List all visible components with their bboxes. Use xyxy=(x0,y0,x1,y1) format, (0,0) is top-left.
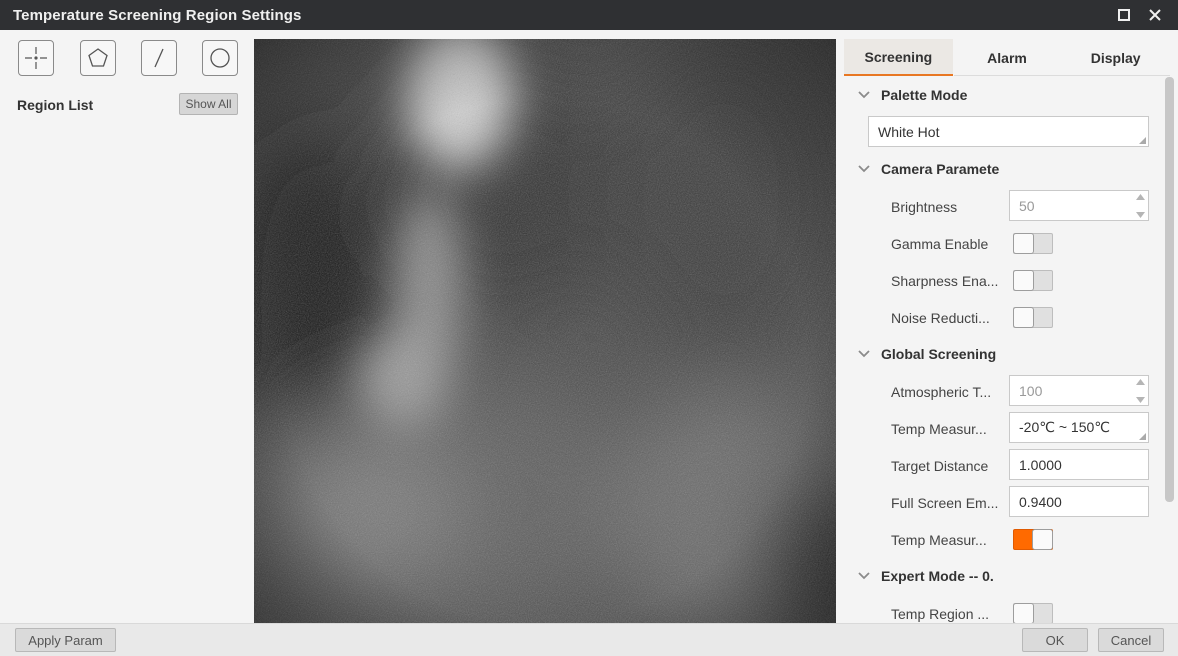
apply-param-button[interactable]: Apply Param xyxy=(15,628,116,652)
target-distance-input[interactable]: 1.0000 xyxy=(1009,449,1149,480)
palette-mode-value: White Hot xyxy=(878,123,940,140)
show-all-button[interactable]: Show All xyxy=(179,93,238,115)
point-tool-button[interactable] xyxy=(18,40,54,76)
temp-measure-label: Temp Measur... xyxy=(891,532,987,548)
atmospheric-transmittance-label: Atmospheric T... xyxy=(891,384,992,400)
left-panel: Region List Show All xyxy=(0,30,254,623)
brightness-spinbox[interactable]: 50 xyxy=(1009,190,1149,221)
toggle-knob xyxy=(1013,603,1034,623)
chevron-down-icon xyxy=(858,570,870,582)
thermal-image xyxy=(254,39,836,623)
sharpness-enable-toggle[interactable] xyxy=(1013,270,1053,291)
target-distance-label: Target Distance xyxy=(891,458,989,474)
ok-button[interactable]: OK xyxy=(1022,628,1088,652)
chevron-down-icon xyxy=(858,348,870,360)
spin-arrows[interactable] xyxy=(1135,194,1145,218)
spin-down-icon xyxy=(1135,397,1145,403)
temp-range-label: Temp Measur... xyxy=(891,421,987,437)
temp-range-value: -20℃ ~ 150℃ xyxy=(1019,419,1110,435)
atmospheric-transmittance-value: 100 xyxy=(1019,382,1043,399)
temp-measure-toggle[interactable] xyxy=(1013,529,1053,550)
tab-alarm[interactable]: Alarm xyxy=(953,39,1062,76)
noise-reduction-toggle[interactable] xyxy=(1013,307,1053,328)
temp-region-label: Temp Region ... xyxy=(891,606,990,622)
line-tool-button[interactable] xyxy=(141,40,177,76)
tab-divider xyxy=(954,75,1170,76)
toggle-knob xyxy=(1013,270,1034,291)
dialog-body: Region List Show All Screening Alarm Dis… xyxy=(0,30,1178,623)
section-camera-parameters[interactable]: Camera Paramete xyxy=(858,161,999,177)
toggle-knob xyxy=(1032,529,1053,550)
section-label: Palette Mode xyxy=(881,87,968,103)
brightness-label: Brightness xyxy=(891,199,958,215)
cancel-button[interactable]: Cancel xyxy=(1098,628,1164,652)
sharpness-enable-label: Sharpness Ena... xyxy=(891,273,999,289)
toggle-knob xyxy=(1013,233,1034,254)
toggle-knob xyxy=(1013,307,1034,328)
gamma-enable-label: Gamma Enable xyxy=(891,236,989,252)
section-expert-mode[interactable]: Expert Mode -- 0. xyxy=(858,568,994,584)
palette-mode-select[interactable]: White Hot xyxy=(868,116,1149,147)
thermal-video-preview[interactable] xyxy=(254,39,836,623)
line-icon xyxy=(154,48,164,68)
maximize-icon xyxy=(1118,9,1130,21)
section-label: Expert Mode -- 0. xyxy=(881,568,994,584)
settings-scrollbar[interactable] xyxy=(1165,77,1174,623)
section-global-screening[interactable]: Global Screening xyxy=(858,346,996,362)
window-title: Temperature Screening Region Settings xyxy=(13,6,302,24)
section-label: Global Screening xyxy=(881,346,997,362)
circle-icon xyxy=(210,48,230,68)
pentagon-icon xyxy=(88,48,108,67)
atmospheric-transmittance-spinbox[interactable]: 100 xyxy=(1009,375,1149,406)
brightness-value: 50 xyxy=(1019,197,1035,214)
title-bar: Temperature Screening Region Settings xyxy=(0,0,1178,30)
noise-reduction-label: Noise Reducti... xyxy=(891,310,990,326)
close-button[interactable] xyxy=(1145,5,1165,25)
temp-range-select[interactable]: -20℃ ~ 150℃ xyxy=(1009,412,1149,443)
temp-region-toggle[interactable] xyxy=(1013,603,1053,623)
dropdown-grip-icon xyxy=(1139,137,1146,144)
emissivity-input[interactable]: 0.9400 xyxy=(1009,486,1149,517)
spin-down-icon xyxy=(1135,212,1145,218)
spin-up-icon xyxy=(1135,379,1145,385)
emissivity-value: 0.9400 xyxy=(1019,493,1062,510)
maximize-button[interactable] xyxy=(1114,5,1134,25)
section-label: Camera Paramete xyxy=(881,161,1000,177)
circle-tool-button[interactable] xyxy=(202,40,238,76)
crosshair-point-icon xyxy=(25,47,47,69)
chevron-down-icon xyxy=(858,163,870,175)
region-list-label: Region List xyxy=(17,97,94,113)
settings-tabs: Screening Alarm Display xyxy=(844,39,1170,76)
emissivity-label: Full Screen Em... xyxy=(891,495,999,511)
section-palette-mode[interactable]: Palette Mode xyxy=(858,87,967,103)
spin-arrows[interactable] xyxy=(1135,379,1145,403)
tab-display[interactable]: Display xyxy=(1061,39,1170,76)
dropdown-grip-icon xyxy=(1139,433,1146,440)
tab-screening[interactable]: Screening xyxy=(844,39,953,76)
spin-up-icon xyxy=(1135,194,1145,200)
polygon-tool-button[interactable] xyxy=(80,40,116,76)
settings-panel: Screening Alarm Display Palette Mode Whi… xyxy=(836,30,1178,623)
dialog-footer: Apply Param OK Cancel xyxy=(0,623,1178,656)
target-distance-value: 1.0000 xyxy=(1019,456,1062,473)
scrollbar-thumb[interactable] xyxy=(1165,77,1174,502)
close-icon xyxy=(1149,9,1161,21)
gamma-enable-toggle[interactable] xyxy=(1013,233,1053,254)
chevron-down-icon xyxy=(858,89,870,101)
